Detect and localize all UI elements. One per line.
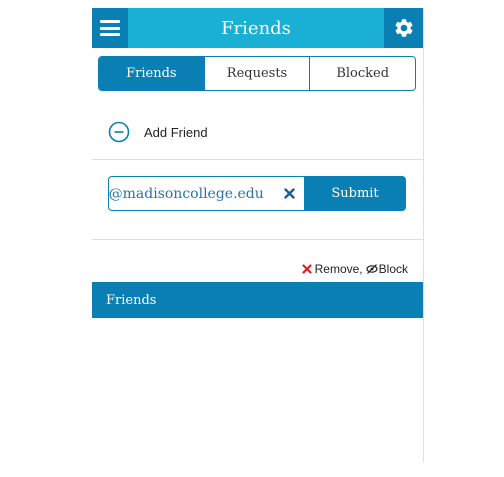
gear-icon xyxy=(395,19,413,37)
block-legend-label: Block xyxy=(378,262,408,276)
minus-circle-icon xyxy=(108,121,130,143)
remove-icon xyxy=(302,264,312,274)
tab-blocked[interactable]: Blocked xyxy=(309,57,415,90)
tab-friends[interactable]: Friends xyxy=(99,57,204,90)
panel-edge xyxy=(423,8,424,462)
remove-legend-label: Remove, xyxy=(314,262,363,276)
hamburger-icon xyxy=(100,20,120,36)
add-friend-toggle[interactable]: Add Friend xyxy=(108,120,208,144)
friends-panel: Friends Friends Requests Blocked Add Fri… xyxy=(92,8,424,462)
friends-section-header: Friends xyxy=(92,282,424,318)
divider xyxy=(92,239,424,240)
menu-button[interactable] xyxy=(92,8,128,48)
settings-button[interactable] xyxy=(384,8,424,48)
email-field[interactable]: t@madisoncollege.edu xyxy=(108,176,304,211)
divider xyxy=(92,159,424,160)
page-title: Friends xyxy=(221,17,291,39)
submit-button[interactable]: Submit xyxy=(304,176,406,211)
add-friend-form: t@madisoncollege.edu Submit xyxy=(108,176,406,211)
close-icon[interactable] xyxy=(282,187,296,201)
add-friend-label: Add Friend xyxy=(144,124,208,140)
block-eye-icon xyxy=(366,263,378,275)
email-value: t@madisoncollege.edu xyxy=(108,185,264,202)
app-canvas: Friends Friends Requests Blocked Add Fri… xyxy=(0,0,504,477)
tab-bar: Friends Requests Blocked xyxy=(98,56,416,91)
tab-requests[interactable]: Requests xyxy=(203,57,310,90)
action-legend: Remove, Block xyxy=(302,262,408,276)
header-bar: Friends xyxy=(92,8,424,48)
